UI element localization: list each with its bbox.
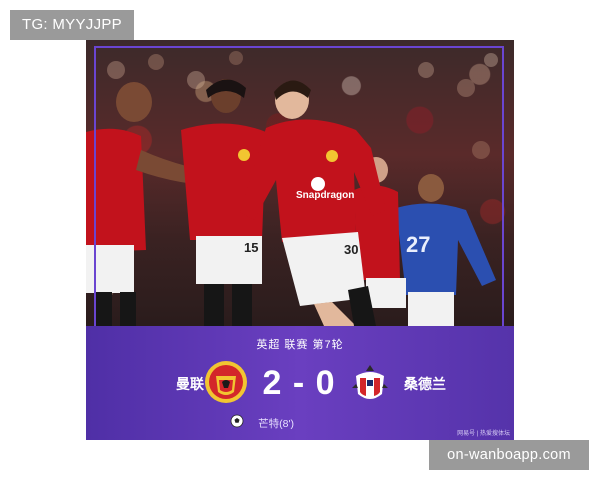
svg-text:15: 15 (244, 240, 258, 255)
frame-top (94, 46, 504, 48)
player-27: 27 (396, 174, 496, 326)
svg-text:30: 30 (344, 242, 358, 257)
svg-text:Snapdragon: Snapdragon (296, 190, 354, 201)
away-team-name: 桑德兰 (404, 376, 446, 392)
telegram-badge: TG: MYYJJPP (10, 10, 134, 40)
svg-text:27: 27 (406, 232, 430, 257)
frame-right (502, 46, 504, 326)
score-panel: 英超 联赛 第7轮 曼联 2 - 0 桑德兰 芒特(8') 网易号 | 热爱搜体… (86, 326, 514, 440)
match-photo: 15 27 Snapdragon 30 (86, 40, 514, 326)
football-icon (230, 414, 244, 428)
manchester-united-crest-icon (205, 361, 247, 403)
match-score: 2 - 0 (262, 364, 336, 402)
frame-left (94, 46, 96, 326)
league-round: 英超 联赛 第7轮 (256, 339, 344, 351)
home-team-name: 曼联 (176, 376, 204, 392)
site-watermark: on-wanboapp.com (429, 440, 589, 470)
sunderland-crest-icon (352, 365, 388, 399)
image-credit: 网易号 | 热爱搜体坛 (457, 431, 510, 437)
match-card: 15 27 Snapdragon 30 英超 联赛 第7轮 曼联 2 - 0 桑… (86, 40, 514, 440)
players-illustration: 15 27 Snapdragon 30 (86, 51, 498, 326)
